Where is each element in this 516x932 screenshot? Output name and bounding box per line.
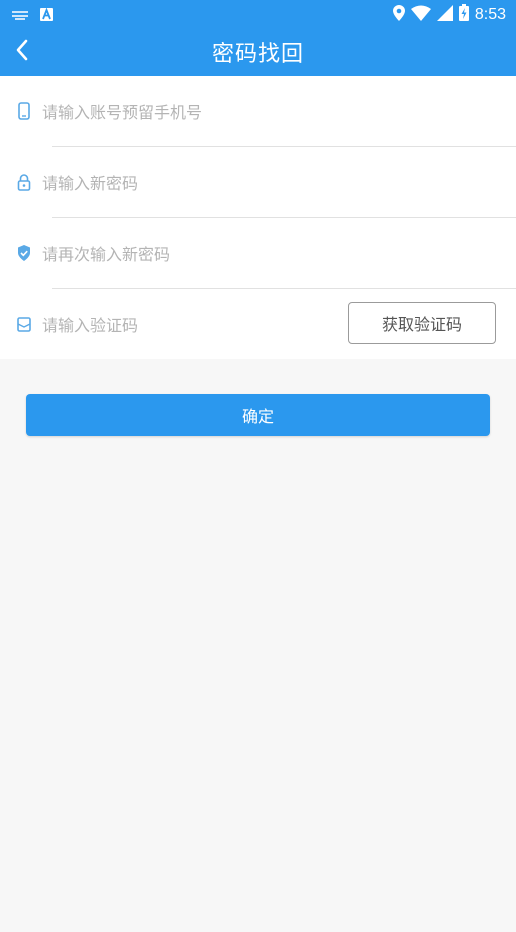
a-letter-icon (40, 6, 53, 25)
notification-icon (12, 6, 28, 25)
signal-icon (436, 4, 453, 25)
phone-icon (16, 102, 32, 120)
code-input[interactable] (42, 311, 332, 339)
lock-icon (16, 173, 32, 191)
shield-icon (16, 244, 32, 262)
new-password-row (0, 147, 516, 218)
get-code-button[interactable]: 获取验证码 (348, 302, 496, 344)
app-bar: 密码找回 (0, 28, 516, 76)
back-arrow-icon (15, 39, 29, 65)
page-title: 密码找回 (211, 42, 304, 67)
wifi-icon (410, 5, 431, 25)
phone-row (0, 76, 516, 147)
phone-input[interactable] (42, 98, 332, 126)
battery-icon (458, 4, 469, 25)
mail-icon (16, 315, 32, 333)
status-bar: 8:53 (0, 0, 516, 28)
back-button[interactable] (2, 30, 42, 74)
reset-form: 获取验证码 (0, 76, 516, 359)
confirm-password-row (0, 218, 516, 289)
confirm-button[interactable]: 确定 (26, 394, 490, 436)
location-icon (392, 4, 405, 25)
new-password-input[interactable] (42, 169, 332, 197)
status-time: 8:53 (474, 5, 506, 23)
confirm-password-input[interactable] (42, 240, 332, 268)
